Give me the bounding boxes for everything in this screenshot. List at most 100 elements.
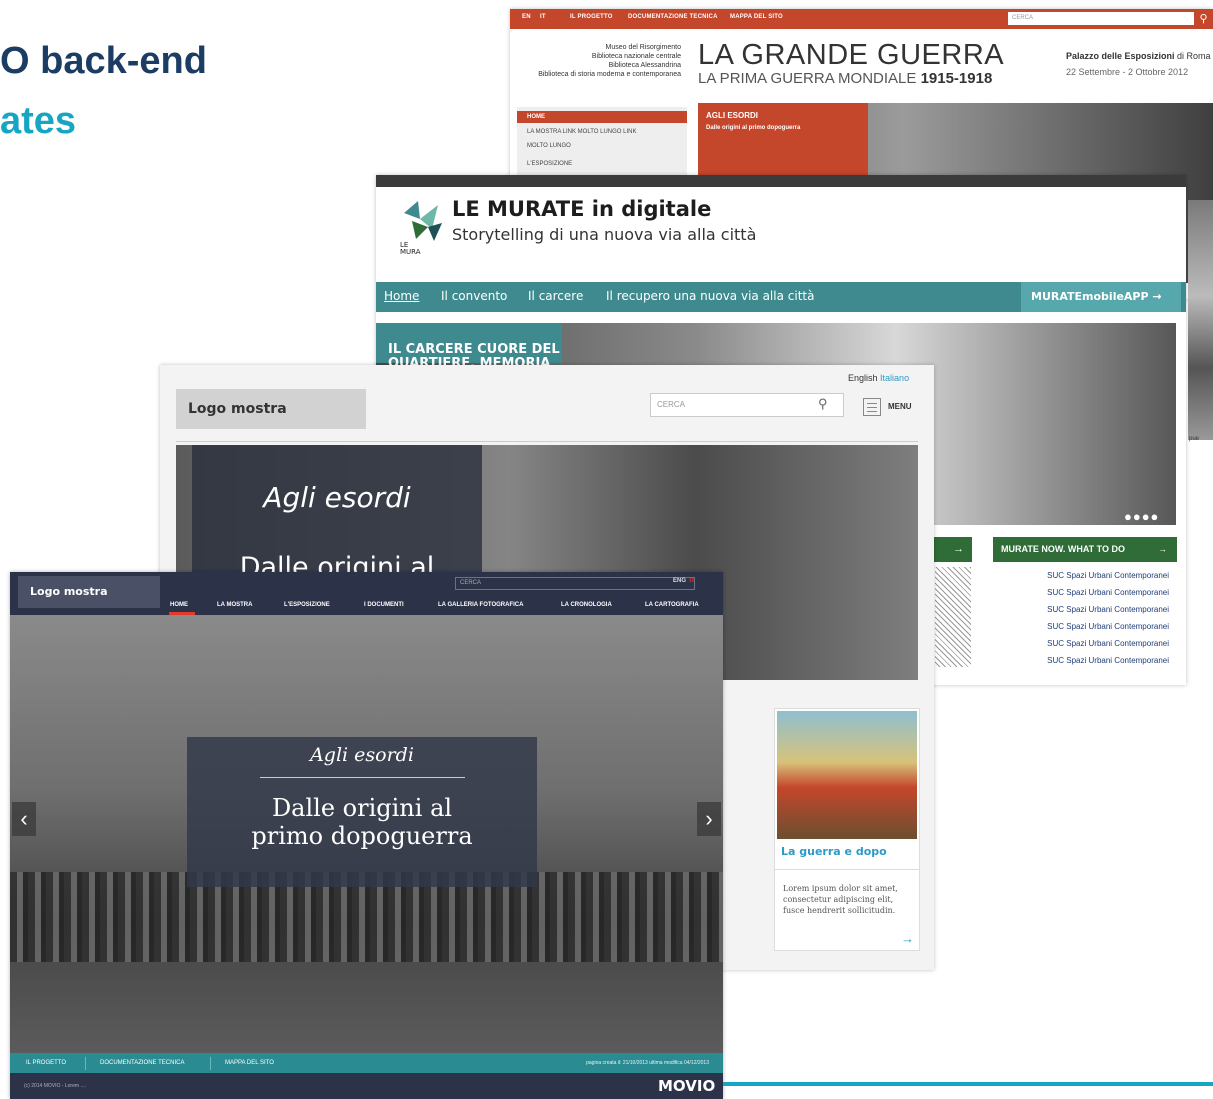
ft-nav-home[interactable]: HOME [170, 602, 188, 608]
list-item[interactable]: SUC Spazi Urbani Contemporanei [993, 567, 1177, 584]
list-item[interactable]: SUC Spazi Urbani Contemporanei [993, 618, 1177, 635]
gg-subtitle-text: LA PRIMA GUERRA MONDIALE [698, 70, 921, 87]
ft-footer-links: IL PROGETTO DOCUMENTAZIONE TECNICA MAPPA… [10, 1053, 723, 1073]
murate-now-header[interactable]: MURATE NOW. WHAT TO DO → [993, 537, 1177, 562]
murate-top-bar [376, 175, 1186, 187]
chevron-left-icon[interactable]: ‹ [12, 802, 36, 836]
gt-card[interactable]: La guerra e dopo Lorem ipsum dolor sit a… [774, 708, 920, 951]
gg-venue: Palazzo delle Esposizioni di Roma [1066, 51, 1211, 61]
gg-title: LA GRANDE GUERRA [698, 39, 1005, 71]
murate-edge-text: pue [1189, 436, 1200, 442]
movio-logo: MOVIO [658, 1077, 716, 1095]
hamburger-icon[interactable] [863, 398, 881, 416]
gg-institution: Biblioteca nazionale centrale [591, 53, 681, 60]
gg-hero-sub: Dalle origini al primo dopoguerra [706, 125, 801, 131]
gg-venue-name: Palazzo delle Esposizioni [1066, 51, 1175, 61]
arrow-right-icon: → [1158, 544, 1167, 554]
gg-nav-item[interactable]: L'ESPOSIZIONE [527, 161, 572, 167]
murate-app-button[interactable]: MURATEmobileAPP → [1021, 282, 1181, 312]
murate-hero-text: IL CARCERE CUORE DEL QUARTIERE, MEMORIA [376, 323, 562, 371]
divider [260, 777, 465, 778]
ft-footer-mappa[interactable]: MAPPA DEL SITO [225, 1060, 274, 1066]
ft-lang-it[interactable]: IT [689, 578, 694, 584]
gg-dates: 22 Settembre - 2 Ottobre 2012 [1066, 67, 1189, 77]
ft-nav-cartografia[interactable]: LA CARTOGRAFIA [645, 602, 699, 608]
ft-footer-documentazione[interactable]: DOCUMENTAZIONE TECNICA [100, 1060, 184, 1066]
murate-now-list: SUC Spazi Urbani Contemporanei SUC Spazi… [993, 567, 1177, 669]
gt-card-title[interactable]: La guerra e dopo [781, 845, 887, 858]
list-item[interactable]: SUC Spazi Urbani Contemporanei [993, 635, 1177, 652]
carousel-dots[interactable]: ●●●● [1124, 509, 1159, 524]
gt-hero-title: Agli esordi [263, 481, 411, 514]
ft-hero-line1: Dalle origini al [271, 794, 453, 822]
murate-nav-recupero[interactable]: Il recupero una nuova via alla città [606, 289, 814, 303]
ft-header: Logo mostra CERCA ENG IT HOME LA MOSTRA … [10, 572, 723, 615]
ft-nav-documenti[interactable]: I DOCUMENTI [364, 602, 404, 608]
slide-title-line1: O back-end [0, 40, 207, 82]
divider [775, 869, 919, 870]
ft-footer-dates: pagina creata il: 21/10/2013 ultima modi… [586, 1060, 709, 1066]
gg-link-mappa[interactable]: MAPPA DEL SITO [730, 14, 783, 20]
gg-search-input[interactable]: CERCA [1008, 12, 1194, 25]
list-item[interactable]: SUC Spazi Urbani Contemporanei [993, 652, 1177, 669]
gg-nav-home[interactable]: HOME [517, 111, 687, 123]
arrow-right-icon[interactable]: → [901, 931, 914, 946]
gg-institution: Biblioteca di storia moderna e contempor… [538, 71, 681, 78]
gg-top-bar: EN IT IL PROGETTO DOCUMENTAZIONE TECNICA… [510, 9, 1213, 29]
ft-nav-galleria[interactable]: LA GALLERIA FOTOGRAFICA [438, 602, 523, 608]
gt-lang-it[interactable]: Italiano [880, 373, 909, 383]
ft-logo[interactable]: Logo mostra [18, 576, 160, 608]
murate-nav-convento[interactable]: Il convento [441, 289, 507, 303]
list-item[interactable]: SUC Spazi Urbani Contemporanei [993, 601, 1177, 618]
gg-nav-item[interactable]: LA MOSTRA LINK MOLTO LUNGO LINK [527, 129, 636, 135]
divider [176, 441, 918, 442]
murate-now-label: MURATE NOW. WHAT TO DO [1001, 544, 1125, 554]
gt-search-input[interactable]: CERCA [650, 393, 844, 417]
murate-nav-carcere[interactable]: Il carcere [528, 289, 583, 303]
murate-subtitle: Storytelling di una nuova via alla città [452, 225, 757, 244]
ft-language-switch: ENG IT [673, 578, 695, 584]
gt-menu-label[interactable]: MENU [888, 402, 912, 411]
decorative-rule [723, 1082, 1213, 1086]
ft-footer-progetto[interactable]: IL PROGETTO [26, 1060, 66, 1066]
ft-lang-en[interactable]: ENG [673, 578, 686, 584]
gg-subtitle-years: 1915-1918 [920, 70, 993, 87]
chevron-right-icon[interactable]: › [697, 802, 721, 836]
gg-hero-title: AGLI ESORDI [706, 111, 759, 120]
ft-nav-mostra[interactable]: LA MOSTRA [217, 602, 252, 608]
ft-hero-title: Agli esordi [310, 744, 414, 766]
murate-edge-image [1188, 200, 1213, 440]
gg-lang-it[interactable]: IT [540, 14, 546, 20]
gg-institution: Biblioteca Alessandrina [608, 62, 681, 69]
murate-title: LE MURATE in digitale [452, 197, 712, 221]
divider [85, 1057, 86, 1070]
gt-language-switch: English Italiano [848, 373, 909, 383]
gt-card-text: Lorem ipsum dolor sit amet, consectetur … [783, 884, 898, 915]
ft-search-input[interactable]: CERCA [455, 577, 695, 590]
murate-logo: LE MURA [400, 201, 442, 256]
front-template-screenshot: Logo mostra CERCA ENG IT HOME LA MOSTRA … [10, 572, 723, 1099]
svg-text:MURA: MURA [400, 248, 421, 256]
list-item[interactable]: SUC Spazi Urbani Contemporanei [993, 584, 1177, 601]
gg-lang-en[interactable]: EN [522, 14, 531, 20]
gt-card-image [777, 711, 917, 839]
gg-link-documentazione[interactable]: DOCUMENTAZIONE TECNICA [628, 14, 718, 20]
ft-nav-esposizione[interactable]: L'ESPOSIZIONE [284, 602, 330, 608]
ft-hero-line2: primo dopoguerra [251, 822, 473, 850]
slide-title-line2: ates [0, 100, 77, 142]
gg-link-progetto[interactable]: IL PROGETTO [570, 14, 613, 20]
gg-institution: Museo del Risorgimento [605, 44, 681, 51]
search-icon[interactable]: ⚲ [818, 396, 828, 412]
gg-subtitle: LA PRIMA GUERRA MONDIALE 1915-1918 [698, 70, 992, 87]
gg-venue-city: di Roma [1177, 51, 1211, 61]
murate-sketch-image [935, 567, 971, 667]
gt-lang-en[interactable]: English [848, 373, 878, 383]
ft-nav-cronologia[interactable]: LA CRONOLOGIA [561, 602, 612, 608]
gg-nav-item[interactable]: MOLTO LUNGO [527, 143, 571, 149]
gg-institutions: Museo del Risorgimento Biblioteca nazion… [510, 43, 681, 79]
murate-nav-home[interactable]: Home [384, 289, 419, 303]
gt-logo[interactable]: Logo mostra [176, 389, 366, 429]
ft-copyright: (c) 2014 MOVIO - Lorem .... [24, 1083, 86, 1089]
ft-footer-bottom: (c) 2014 MOVIO - Lorem .... MOVIO [10, 1073, 723, 1099]
search-icon[interactable]: ⚲ [1194, 9, 1213, 29]
